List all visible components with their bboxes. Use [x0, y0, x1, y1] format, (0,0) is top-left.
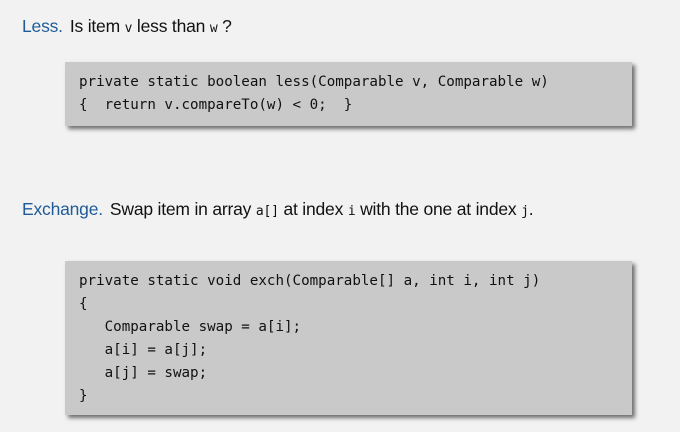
code-line: Comparable swap = a[i];: [79, 319, 302, 335]
less-term: Less.: [22, 16, 63, 36]
code-line: private static boolean less(Comparable v…: [79, 74, 549, 90]
code-line: a[j] = swap;: [79, 365, 208, 381]
code-line: }: [79, 388, 88, 404]
less-text: less than: [132, 16, 210, 36]
code-line: private static void exch(Comparable[] a,…: [79, 273, 541, 289]
exchange-text: with the one at index: [355, 199, 522, 219]
less-text: Is item: [69, 16, 125, 36]
code-line: { return v.compareTo(w) < 0; }: [79, 97, 353, 113]
code-line: a[i] = a[j];: [79, 342, 208, 358]
exchange-term: Exchange.: [22, 199, 103, 219]
exchange-text: at index: [278, 199, 348, 219]
exchange-heading: Exchange. Swap item in array a[] at index…: [22, 199, 534, 220]
exchange-text: Swap item in array: [109, 199, 256, 219]
less-text: ?: [217, 16, 232, 36]
less-code-block: private static boolean less(Comparable v…: [65, 62, 632, 126]
less-heading: Less. Is item v less than w ?: [22, 16, 232, 37]
exchange-text: .: [528, 199, 534, 219]
exchange-var-j: j: [521, 204, 529, 219]
exchange-array: a[]: [255, 204, 279, 219]
code-line: {: [79, 296, 88, 312]
exchange-code-block: private static void exch(Comparable[] a,…: [65, 261, 632, 415]
